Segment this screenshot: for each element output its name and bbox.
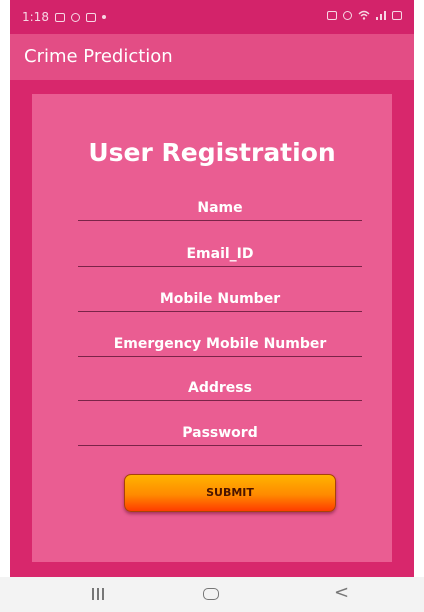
email-field[interactable]: Email_ID <box>78 244 362 267</box>
signal-icon <box>376 11 386 20</box>
gallery-notification-icon <box>54 12 65 22</box>
more-notifications-icon <box>101 15 106 19</box>
registration-card: User Registration Name Email_ID Mobile N… <box>32 94 392 562</box>
navigation-bar: < <box>0 577 424 612</box>
mobile-number-field[interactable]: Mobile Number <box>78 289 362 312</box>
wifi-icon <box>358 10 370 20</box>
app-notification-icon <box>85 12 96 22</box>
status-right <box>327 10 402 20</box>
address-field[interactable]: Address <box>78 378 362 401</box>
name-field[interactable]: Name <box>78 198 362 221</box>
app-bar: Crime Prediction <box>10 34 414 80</box>
status-time: 1:18 <box>22 10 49 24</box>
location-icon <box>343 10 352 20</box>
alarm-icon <box>327 10 337 20</box>
registration-title: User Registration <box>88 138 336 167</box>
app-title: Crime Prediction <box>24 46 173 67</box>
status-left: 1:18 <box>22 10 106 24</box>
home-icon[interactable] <box>203 588 219 600</box>
emergency-mobile-number-field[interactable]: Emergency Mobile Number <box>78 334 362 357</box>
battery-icon <box>392 10 402 20</box>
search-notification-icon <box>70 12 80 22</box>
submit-button[interactable]: SUBMIT <box>124 474 336 512</box>
back-icon[interactable]: < <box>334 584 349 602</box>
recent-apps-icon[interactable] <box>92 588 104 600</box>
password-field[interactable]: Password <box>78 423 362 446</box>
app-screen: 1:18 Crime Prediction User Registration <box>10 0 414 612</box>
status-bar: 1:18 <box>10 0 414 34</box>
